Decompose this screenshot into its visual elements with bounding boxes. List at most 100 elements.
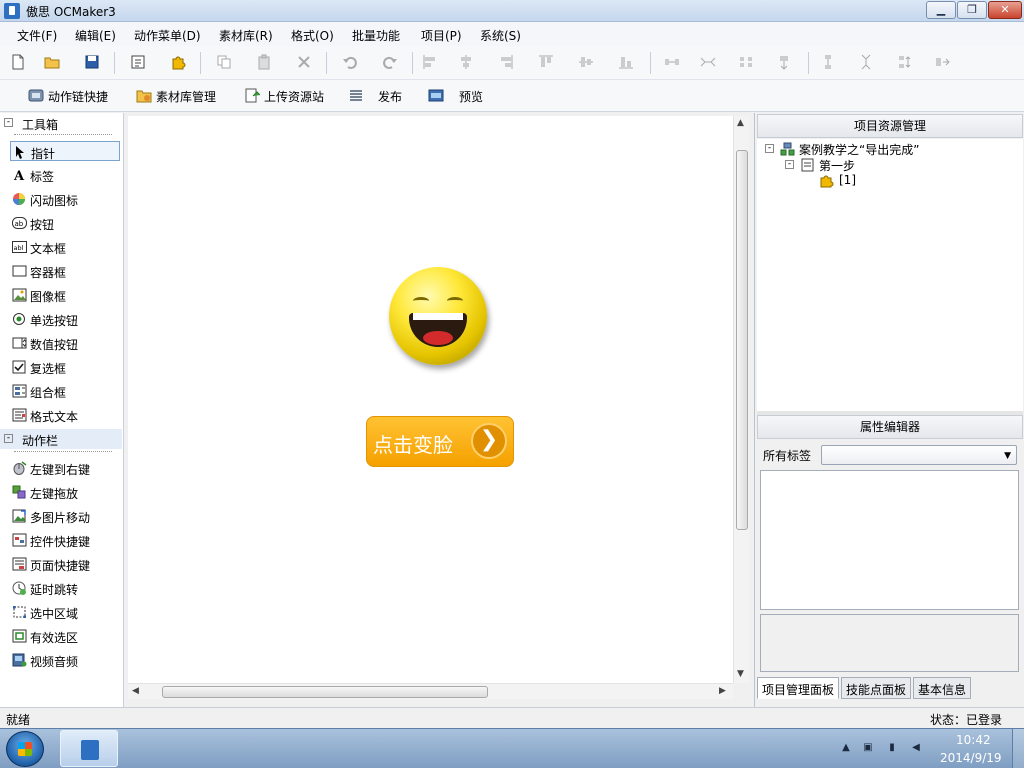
horizontal-scroll-thumb[interactable] bbox=[162, 686, 488, 698]
change-face-button[interactable]: 点击变脸 ❯ bbox=[366, 416, 514, 467]
smiley-tongue bbox=[423, 331, 453, 345]
canvas-horizontal-scrollbar[interactable]: ◀ ▶ bbox=[128, 683, 733, 699]
vertical-scroll-thumb[interactable] bbox=[736, 150, 748, 530]
tree-root-label: 案例教学之“导出完成” bbox=[799, 143, 920, 157]
menu-system[interactable]: 系统(S) bbox=[480, 27, 521, 44]
material-library-icon bbox=[136, 90, 152, 103]
tray-volume-icon[interactable]: ◀ bbox=[910, 742, 922, 754]
taskbar-app-ocmaker[interactable] bbox=[60, 730, 118, 767]
collapse-icon[interactable]: - bbox=[765, 144, 774, 153]
minimize-button[interactable]: ▁ bbox=[926, 1, 956, 19]
scroll-down-icon[interactable]: ▼ bbox=[737, 669, 744, 679]
clock-time[interactable]: 10:42 bbox=[956, 733, 991, 747]
action-select-region[interactable]: 选中区域 bbox=[10, 602, 120, 622]
property-grid[interactable] bbox=[760, 470, 1019, 610]
tool-numeric[interactable]: 数值按钮 bbox=[10, 333, 120, 353]
align-middle-icon[interactable] bbox=[578, 54, 594, 70]
align-left-icon[interactable] bbox=[422, 54, 438, 70]
tool-button[interactable]: ab 按钮 bbox=[10, 213, 120, 233]
collapse-icon[interactable]: - bbox=[4, 434, 13, 443]
action-drag-drop[interactable]: 左键拖放 bbox=[10, 482, 120, 502]
action-multi-image-move[interactable]: 多图片移动 bbox=[10, 506, 120, 526]
action-valid-region[interactable]: 有效选区 bbox=[10, 626, 120, 646]
collapse-icon[interactable]: - bbox=[4, 118, 13, 127]
canvas-vertical-scrollbar[interactable]: ▲ ▼ bbox=[733, 116, 749, 683]
multi-image-icon bbox=[12, 509, 26, 523]
tray-network-icon[interactable]: ▮ bbox=[886, 742, 898, 754]
tool-checkbox[interactable]: 复选框 bbox=[10, 357, 120, 377]
space-horizontal-icon[interactable] bbox=[700, 54, 716, 70]
action-left-to-right[interactable]: 左键到右键 bbox=[10, 458, 120, 478]
align-center-icon[interactable] bbox=[458, 54, 474, 70]
tree-node-step[interactable]: - 第一步 bbox=[785, 157, 885, 173]
paste-icon[interactable] bbox=[256, 54, 272, 70]
collapse-icon[interactable]: - bbox=[785, 160, 794, 169]
tree-node-root[interactable]: - 案例教学之“导出完成” bbox=[765, 141, 1005, 157]
preview-label: 预览 bbox=[459, 90, 484, 104]
action-chain-label: 动作链快捷 bbox=[48, 90, 109, 104]
show-desktop-button[interactable] bbox=[1012, 729, 1024, 768]
action-page-shortcut[interactable]: 页面快捷键 bbox=[10, 554, 120, 574]
new-file-icon[interactable] bbox=[10, 54, 26, 70]
toolbox-header[interactable]: - 工具箱 bbox=[0, 113, 122, 133]
tab-skill-points[interactable]: 技能点面板 bbox=[841, 677, 912, 699]
tool-radio[interactable]: 单选按钮 bbox=[10, 309, 120, 329]
space-vertical-icon[interactable] bbox=[858, 54, 874, 70]
tool-container[interactable]: 容器框 bbox=[10, 261, 120, 281]
tool-label-widget[interactable]: A 标签 bbox=[10, 165, 120, 185]
menu-format[interactable]: 格式(O) bbox=[291, 27, 334, 44]
align-top-icon[interactable] bbox=[538, 54, 554, 70]
scroll-right-icon[interactable]: ▶ bbox=[719, 686, 726, 696]
menu-batch[interactable]: 批量功能 bbox=[352, 27, 400, 44]
align-bottom-icon[interactable] bbox=[618, 54, 634, 70]
distribute-vertical-icon[interactable] bbox=[820, 54, 836, 70]
menu-action[interactable]: 动作菜单(D) bbox=[134, 27, 201, 44]
scroll-left-icon[interactable]: ◀ bbox=[132, 686, 139, 696]
action-control-shortcut[interactable]: 控件快捷键 bbox=[10, 530, 120, 550]
menu-material[interactable]: 素材库(R) bbox=[219, 27, 273, 44]
actionbar-header[interactable]: - 动作栏 bbox=[0, 429, 122, 449]
copy-icon[interactable] bbox=[216, 54, 232, 70]
scroll-up-icon[interactable]: ▲ bbox=[737, 118, 744, 128]
redo-icon[interactable] bbox=[382, 54, 398, 70]
align-right-icon[interactable] bbox=[498, 54, 514, 70]
tool-pointer[interactable]: 指针 bbox=[10, 141, 120, 161]
distribute-horizontal-icon[interactable] bbox=[664, 54, 680, 70]
puzzle-icon[interactable] bbox=[170, 54, 186, 70]
start-button[interactable] bbox=[6, 731, 44, 767]
tool-textbox[interactable]: abl 文本框 bbox=[10, 237, 120, 257]
compact-vertical-icon[interactable] bbox=[896, 54, 912, 70]
tree-node-leaf[interactable]: [1] bbox=[805, 173, 885, 189]
tool-flash-icon[interactable]: 闪动图标 bbox=[10, 189, 120, 209]
close-button[interactable]: ✕ bbox=[988, 1, 1022, 19]
open-folder-icon[interactable] bbox=[44, 54, 60, 70]
compact-horizontal-icon[interactable] bbox=[738, 54, 754, 70]
undo-icon[interactable] bbox=[342, 54, 358, 70]
toolbar-separator bbox=[650, 52, 651, 74]
page-icon[interactable] bbox=[130, 54, 146, 70]
save-icon[interactable] bbox=[84, 54, 100, 70]
tool-combo[interactable]: 组合框 bbox=[10, 381, 120, 401]
tool-rich-text[interactable]: 格式文本 bbox=[10, 405, 120, 425]
action-video-audio[interactable]: 视频音频 bbox=[10, 650, 120, 670]
toolbar-separator bbox=[412, 52, 413, 74]
tool-image[interactable]: 图像框 bbox=[10, 285, 120, 305]
chevron-down-icon[interactable]: ▼ bbox=[1004, 451, 1011, 461]
page-shortcut-icon bbox=[12, 557, 27, 571]
menu-project[interactable]: 项目(P) bbox=[421, 27, 462, 44]
tag-dropdown[interactable]: ▼ bbox=[821, 445, 1017, 465]
tray-expand-icon[interactable]: ▲ bbox=[840, 742, 852, 754]
smiley-face-image[interactable] bbox=[389, 267, 487, 365]
menu-edit[interactable]: 编辑(E) bbox=[75, 27, 116, 44]
clock-date[interactable]: 2014/9/19 bbox=[940, 751, 1002, 765]
design-canvas[interactable]: 点击变脸 ❯ bbox=[128, 116, 733, 683]
action-delay-jump[interactable]: 延时跳转 bbox=[10, 578, 120, 598]
remove-space-horizontal-icon[interactable] bbox=[776, 54, 792, 70]
tray-device-icon[interactable]: ▣ bbox=[862, 742, 874, 754]
maximize-button[interactable]: ❐ bbox=[957, 1, 987, 19]
menu-file[interactable]: 文件(F) bbox=[17, 27, 57, 44]
delete-icon[interactable] bbox=[296, 54, 312, 70]
tab-project-management[interactable]: 项目管理面板 bbox=[757, 677, 840, 699]
tab-basic-info[interactable]: 基本信息 bbox=[913, 677, 972, 699]
remove-space-vertical-icon[interactable] bbox=[934, 54, 950, 70]
